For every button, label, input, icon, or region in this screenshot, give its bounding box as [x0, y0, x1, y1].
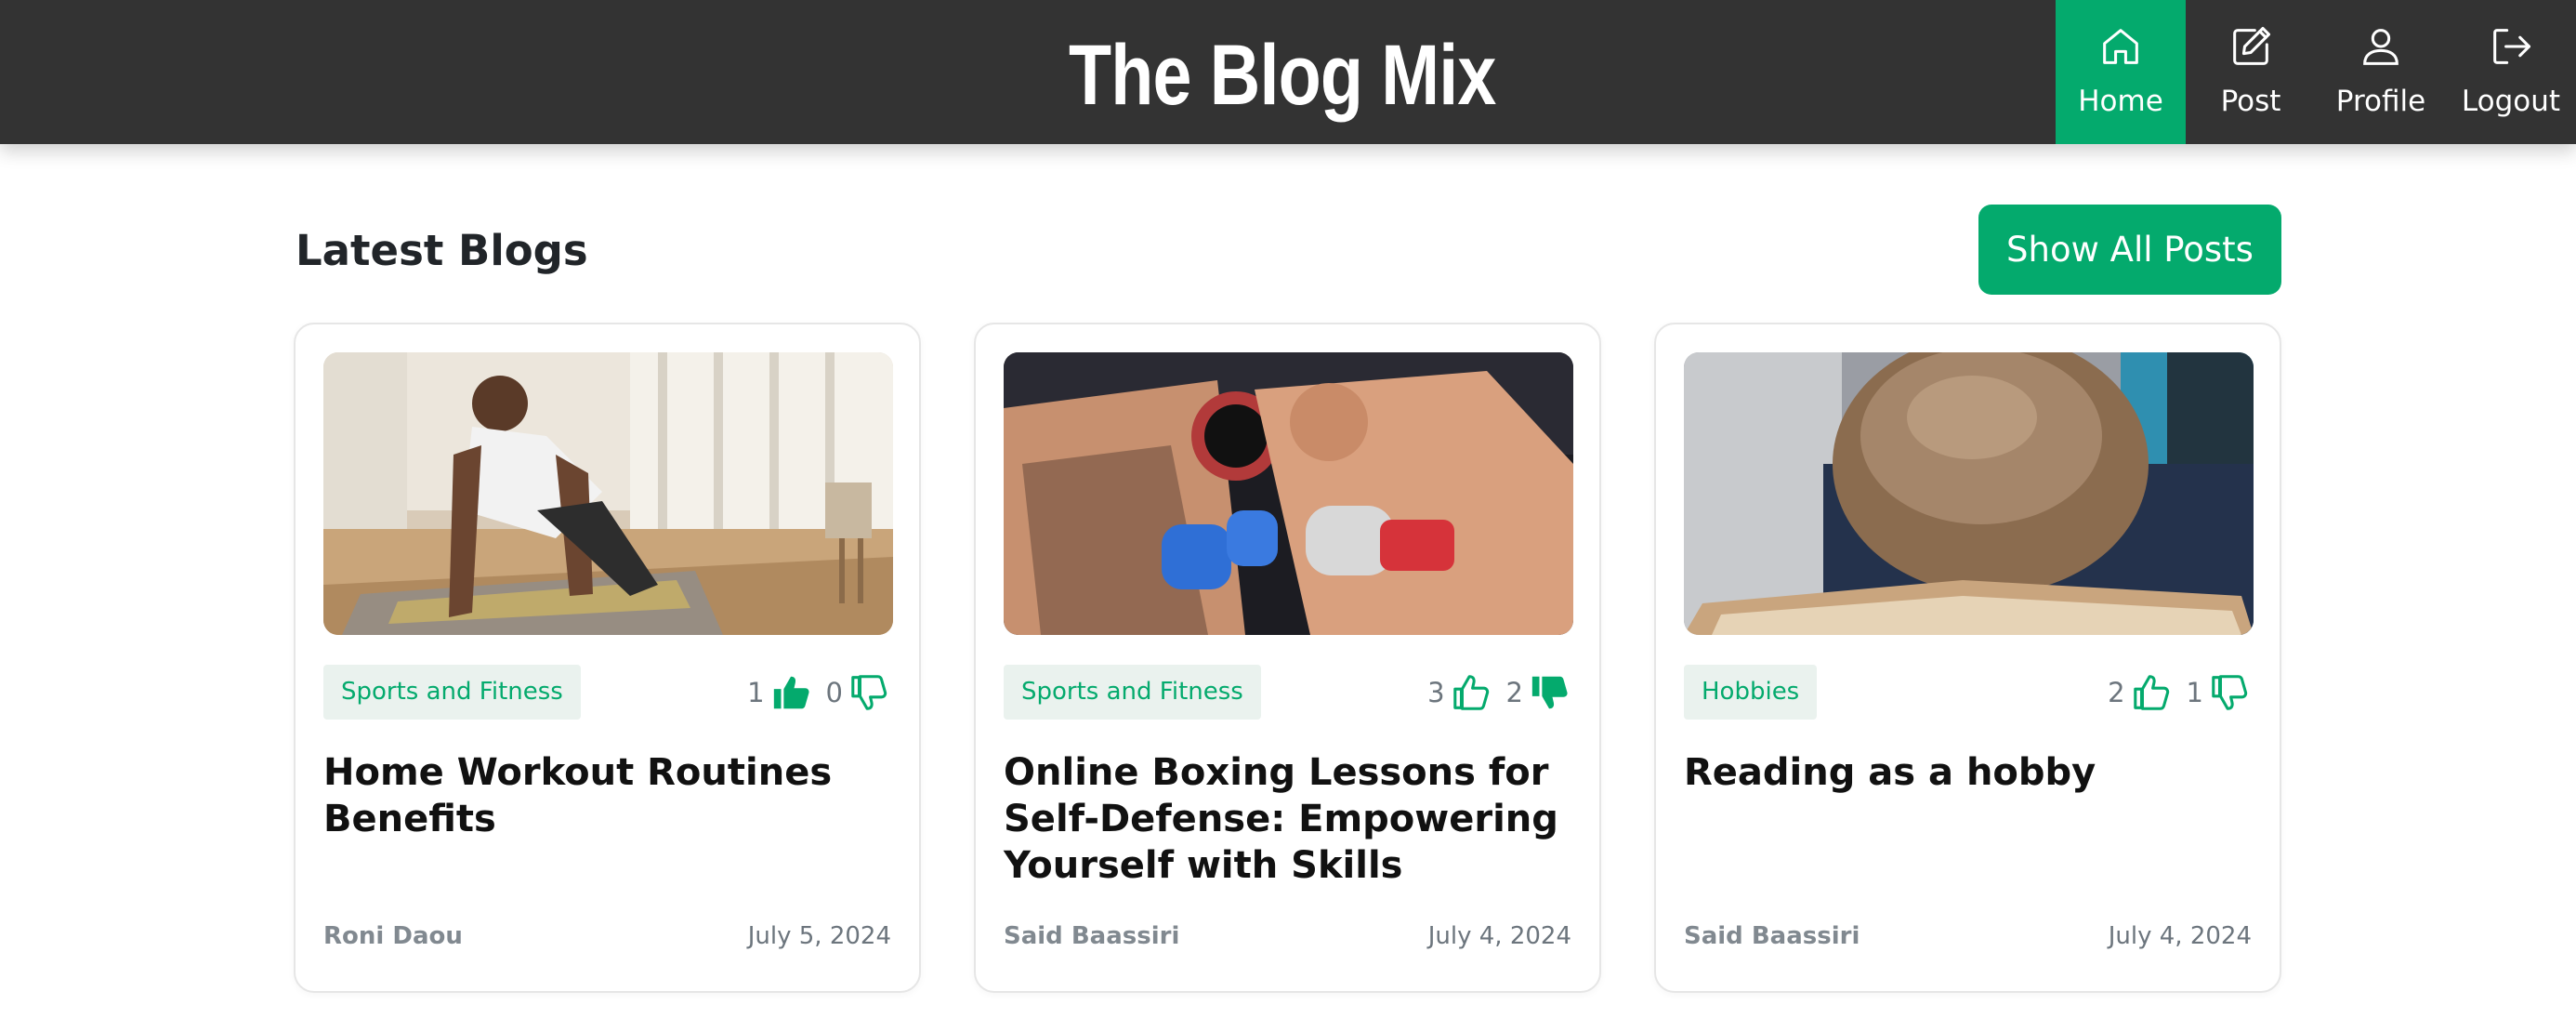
- dislike-count: 1: [2186, 677, 2203, 708]
- category-tag[interactable]: Hobbies: [1684, 665, 1818, 720]
- category-tag[interactable]: Sports and Fitness: [323, 665, 581, 720]
- thumbs-down-filled-icon[interactable]: [1529, 671, 1571, 714]
- blog-card-image[interactable]: [1684, 352, 2254, 635]
- user-icon: [2355, 20, 2407, 73]
- nav-profile[interactable]: Profile: [2316, 0, 2446, 144]
- post-date: July 4, 2024: [1427, 922, 1571, 950]
- nav-post-label: Post: [2220, 85, 2281, 118]
- nav-logout[interactable]: Logout: [2446, 0, 2576, 144]
- dislike-count: 2: [1505, 677, 1523, 708]
- like-count: 2: [2108, 677, 2125, 708]
- category-tag[interactable]: Sports and Fitness: [1004, 665, 1261, 720]
- edit-icon: [2225, 20, 2277, 73]
- thumbs-up-icon[interactable]: [1451, 671, 1493, 714]
- home-icon: [2095, 20, 2147, 73]
- dislike-count: 0: [825, 677, 843, 708]
- like-count: 1: [747, 677, 765, 708]
- author-name: Roni Daou: [323, 922, 463, 950]
- blog-card[interactable]: Hobbies 2 1 Reading as a hobby Said Baas…: [1654, 323, 2281, 993]
- blog-card[interactable]: Sports and Fitness 1 0 Home Workout Rout…: [294, 323, 921, 993]
- author-name: Said Baassiri: [1004, 922, 1180, 950]
- blog-card[interactable]: Sports and Fitness 3 2 Online Boxing Les…: [974, 323, 1601, 993]
- nav-profile-label: Profile: [2335, 85, 2426, 118]
- post-date: July 5, 2024: [747, 922, 891, 950]
- blog-card-image[interactable]: [323, 352, 893, 635]
- show-all-posts-button[interactable]: Show All Posts: [1978, 205, 2281, 295]
- vote-controls: 2 1: [2108, 669, 2252, 716]
- top-navbar: The Blog Mix Home Post Profile Logout: [0, 0, 2576, 144]
- thumbs-down-icon[interactable]: [2209, 671, 2252, 714]
- nav-logout-label: Logout: [2461, 85, 2561, 118]
- section-title: Latest Blogs: [296, 226, 588, 275]
- thumbs-up-filled-icon[interactable]: [770, 671, 813, 714]
- post-date: July 4, 2024: [2108, 922, 2252, 950]
- blog-title[interactable]: Online Boxing Lessons for Self-Defense: …: [1004, 749, 1580, 889]
- like-count: 3: [1427, 677, 1445, 708]
- author-name: Said Baassiri: [1684, 922, 1860, 950]
- nav-post[interactable]: Post: [2186, 0, 2316, 144]
- blog-title[interactable]: Reading as a hobby: [1684, 749, 2260, 796]
- main-nav: Home Post Profile Logout: [2056, 0, 2576, 144]
- vote-controls: 1 0: [747, 669, 891, 716]
- site-brand[interactable]: The Blog Mix: [1069, 24, 1496, 126]
- nav-home[interactable]: Home: [2056, 0, 2186, 144]
- thumbs-up-icon[interactable]: [2131, 671, 2174, 714]
- blog-card-image[interactable]: [1004, 352, 1573, 635]
- blog-title[interactable]: Home Workout Routines Benefits: [323, 749, 900, 842]
- thumbs-down-icon[interactable]: [848, 671, 891, 714]
- vote-controls: 3 2: [1427, 669, 1571, 716]
- nav-home-label: Home: [2078, 85, 2163, 118]
- logout-icon: [2485, 20, 2537, 73]
